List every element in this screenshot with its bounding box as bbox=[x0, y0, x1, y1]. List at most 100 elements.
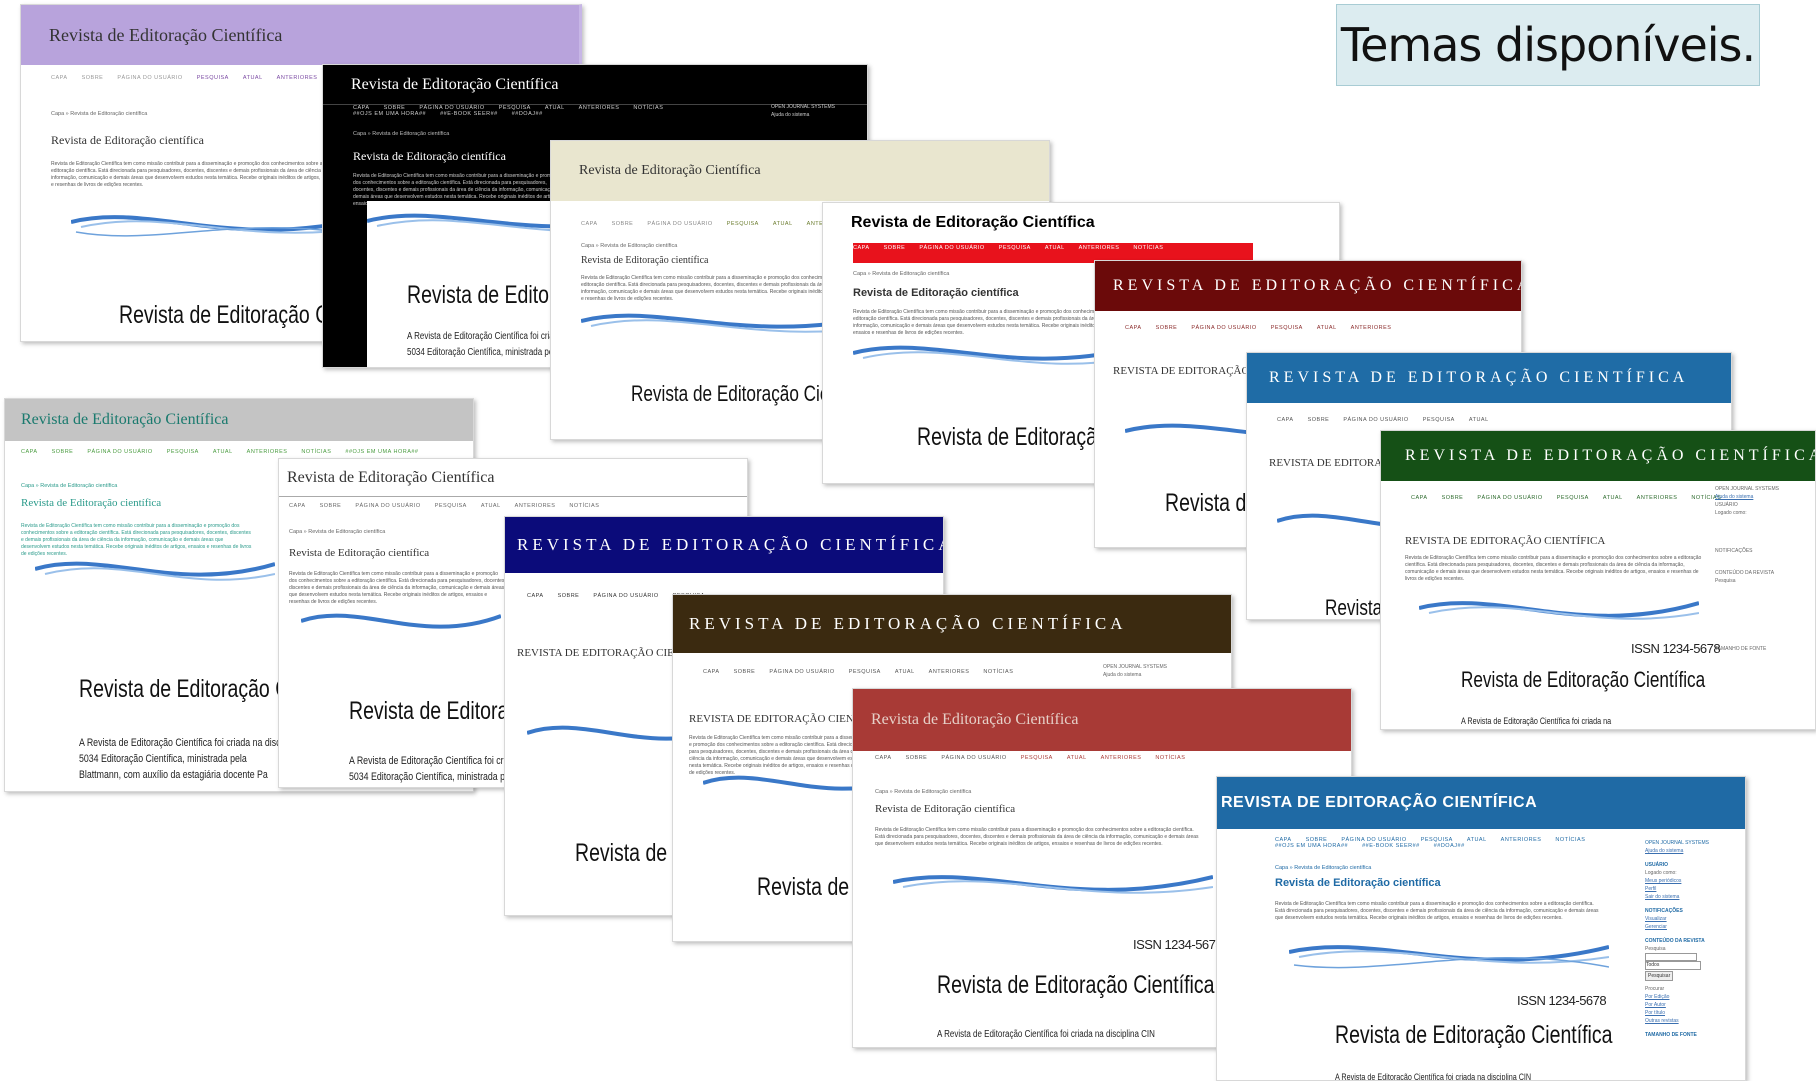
nav-usuario[interactable]: PÁGINA DO USUÁRIO bbox=[1191, 325, 1256, 331]
notif-link-gerenciar[interactable]: Gerenciar bbox=[1645, 923, 1709, 931]
nav-capa[interactable]: CAPA bbox=[51, 75, 68, 81]
nav-anteriores[interactable]: ANTERIORES bbox=[1351, 325, 1392, 331]
nav-anteriores[interactable]: ANTERIORES bbox=[1101, 755, 1142, 761]
nav-usuario[interactable]: PÁGINA DO USUÁRIO bbox=[647, 221, 712, 227]
nav-sobre[interactable]: SOBRE bbox=[1308, 417, 1330, 423]
nav-pesquisa[interactable]: PESQUISA bbox=[1423, 417, 1455, 423]
nav-sobre[interactable]: SOBRE bbox=[1442, 495, 1464, 501]
nav-capa[interactable]: CAPA bbox=[875, 755, 892, 761]
browse-link-edicao[interactable]: Por Edição bbox=[1645, 993, 1709, 1001]
help-link[interactable]: Ajuda do sistema bbox=[1103, 671, 1167, 679]
user-link-perfil[interactable]: Perfil bbox=[1645, 885, 1709, 893]
nav-atual[interactable]: ATUAL bbox=[213, 449, 233, 455]
help-link[interactable]: Ajuda do sistema bbox=[1645, 847, 1709, 855]
nav-atual[interactable]: ATUAL bbox=[1317, 325, 1337, 331]
nav-doaj[interactable]: ##DOAJ## bbox=[512, 111, 543, 117]
nav-pesquisa[interactable]: PESQUISA bbox=[197, 75, 229, 81]
nav-atual[interactable]: ATUAL bbox=[1067, 755, 1087, 761]
nav-sobre[interactable]: SOBRE bbox=[612, 221, 634, 227]
nav-atual[interactable]: ATUAL bbox=[243, 75, 263, 81]
nav-noticias[interactable]: NOTÍCIAS bbox=[569, 503, 599, 509]
nav-anteriores[interactable]: ANTERIORES bbox=[1637, 495, 1678, 501]
browse-link-autor[interactable]: Por Autor bbox=[1645, 1001, 1709, 1009]
nav-capa[interactable]: CAPA bbox=[1125, 325, 1142, 331]
breadcrumb: Capa » Revista de Editoração científica bbox=[21, 483, 118, 489]
nav-noticias[interactable]: NOTÍCIAS bbox=[633, 105, 663, 111]
nav-capa[interactable]: CAPA bbox=[853, 245, 870, 251]
nav-usuario[interactable]: PÁGINA DO USUÁRIO bbox=[593, 593, 658, 599]
nav-atual[interactable]: ATUAL bbox=[545, 105, 565, 111]
nav-sobre[interactable]: SOBRE bbox=[906, 755, 928, 761]
nav-pesquisa[interactable]: PESQUISA bbox=[1021, 755, 1053, 761]
nav-usuario[interactable]: PÁGINA DO USUÁRIO bbox=[1477, 495, 1542, 501]
nav-anteriores[interactable]: ANTERIORES bbox=[579, 105, 620, 111]
nav-sobre[interactable]: SOBRE bbox=[558, 593, 580, 599]
nav-atual[interactable]: ATUAL bbox=[481, 503, 501, 509]
nav-noticias[interactable]: NOTÍCIAS bbox=[1555, 837, 1585, 843]
nav-sobre[interactable]: SOBRE bbox=[884, 245, 906, 251]
nav-noticias[interactable]: NOTÍCIAS bbox=[1155, 755, 1185, 761]
nav-usuario[interactable]: PÁGINA DO USUÁRIO bbox=[355, 503, 420, 509]
nav-atual[interactable]: ATUAL bbox=[1603, 495, 1623, 501]
search-input[interactable] bbox=[1645, 953, 1697, 961]
nav-noticias[interactable]: NOTÍCIAS bbox=[1133, 245, 1163, 251]
nav-doaj[interactable]: ##DOAJ## bbox=[1434, 843, 1465, 849]
nav-capa[interactable]: CAPA bbox=[703, 669, 720, 675]
nav-ebook[interactable]: ##E-BOOK SEER## bbox=[440, 111, 498, 117]
nav-capa[interactable]: CAPA bbox=[21, 449, 38, 455]
nav-ojs[interactable]: ##OJS EM UMA HORA## bbox=[353, 111, 426, 117]
nav-noticias[interactable]: NOTÍCIAS bbox=[301, 449, 331, 455]
nav-ebook[interactable]: ##E-BOOK SEER## bbox=[1362, 843, 1420, 849]
theme-preview-darkgreen[interactable]: REVISTA DE EDITORAÇÃO CIENTÍFICA CAPA SO… bbox=[1380, 430, 1816, 730]
journal-title: Revista de Editoração Científica bbox=[49, 24, 283, 45]
nav-anteriores[interactable]: ANTERIORES bbox=[515, 503, 556, 509]
nav-capa[interactable]: CAPA bbox=[527, 593, 544, 599]
nav-sobre[interactable]: SOBRE bbox=[734, 669, 756, 675]
nav-sobre[interactable]: SOBRE bbox=[320, 503, 342, 509]
browse-link-titulo[interactable]: Por título bbox=[1645, 1009, 1709, 1017]
nav-ojs[interactable]: ##OJS EM UMA HORA## bbox=[1275, 843, 1348, 849]
nav-atual[interactable]: ATUAL bbox=[895, 669, 915, 675]
search-scope-select[interactable]: Todos bbox=[1645, 961, 1701, 970]
nav-capa[interactable]: CAPA bbox=[289, 503, 306, 509]
nav-usuario[interactable]: PÁGINA DO USUÁRIO bbox=[919, 245, 984, 251]
nav-capa[interactable]: CAPA bbox=[1411, 495, 1428, 501]
nav-sobre[interactable]: SOBRE bbox=[82, 75, 104, 81]
search-button[interactable]: Pesquisar bbox=[1645, 971, 1674, 981]
nav-sobre[interactable]: SOBRE bbox=[1156, 325, 1178, 331]
nav-noticias[interactable]: NOTÍCIAS bbox=[983, 669, 1013, 675]
nav-pesquisa[interactable]: PESQUISA bbox=[999, 245, 1031, 251]
nav-anteriores[interactable]: ANTERIORES bbox=[1079, 245, 1120, 251]
nav-pesquisa[interactable]: PESQUISA bbox=[435, 503, 467, 509]
help-link[interactable]: Ajuda do sistema bbox=[771, 111, 835, 119]
user-link-periodicos[interactable]: Meus periódicos bbox=[1645, 877, 1709, 885]
nav-anteriores[interactable]: ANTERIORES bbox=[247, 449, 288, 455]
nav-pesquisa[interactable]: PESQUISA bbox=[1557, 495, 1589, 501]
nav-pesquisa[interactable]: PESQUISA bbox=[727, 221, 759, 227]
nav-usuario[interactable]: PÁGINA DO USUÁRIO bbox=[117, 75, 182, 81]
browse-link-outras[interactable]: Outras revistas bbox=[1645, 1017, 1709, 1025]
nav-sobre[interactable]: SOBRE bbox=[52, 449, 74, 455]
nav-pesquisa[interactable]: PESQUISA bbox=[849, 669, 881, 675]
nav-usuario[interactable]: PÁGINA DO USUÁRIO bbox=[87, 449, 152, 455]
nav-anteriores[interactable]: ANTERIORES bbox=[277, 75, 318, 81]
notif-link-visualizar[interactable]: Visualizar bbox=[1645, 915, 1709, 923]
user-link-sair[interactable]: Sair do sistema bbox=[1645, 893, 1709, 901]
theme-header: REVISTA DE EDITORAÇÃO CIENTÍFICA bbox=[1217, 777, 1745, 829]
nav-atual[interactable]: ATUAL bbox=[773, 221, 793, 227]
nav-atual[interactable]: ATUAL bbox=[1467, 837, 1487, 843]
nav-ojs[interactable]: ##OJS EM UMA HORA## bbox=[345, 449, 418, 455]
nav-pesquisa[interactable]: PESQUISA bbox=[167, 449, 199, 455]
nav-capa[interactable]: CAPA bbox=[1277, 417, 1294, 423]
nav-anteriores[interactable]: ANTERIORES bbox=[1501, 837, 1542, 843]
nav-usuario[interactable]: PÁGINA DO USUÁRIO bbox=[941, 755, 1006, 761]
nav-usuario[interactable]: PÁGINA DO USUÁRIO bbox=[1343, 417, 1408, 423]
theme-preview-blue[interactable]: REVISTA DE EDITORAÇÃO CIENTÍFICA CAPA SO… bbox=[1216, 776, 1746, 1081]
nav-anteriores[interactable]: ANTERIORES bbox=[929, 669, 970, 675]
nav-atual[interactable]: ATUAL bbox=[1045, 245, 1065, 251]
nav-atual[interactable]: ATUAL bbox=[1469, 417, 1489, 423]
nav-capa[interactable]: CAPA bbox=[581, 221, 598, 227]
nav-usuario[interactable]: PÁGINA DO USUÁRIO bbox=[769, 669, 834, 675]
help-link[interactable]: Ajuda do sistema bbox=[1715, 493, 1779, 501]
nav-pesquisa[interactable]: PESQUISA bbox=[1271, 325, 1303, 331]
